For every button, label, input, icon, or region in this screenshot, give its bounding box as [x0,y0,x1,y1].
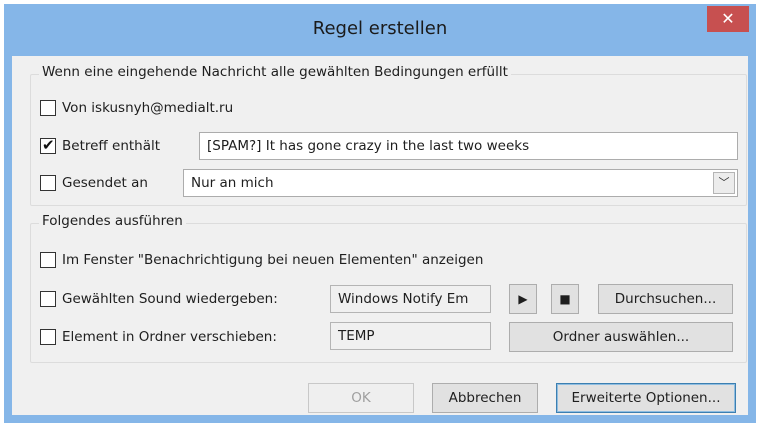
notify-label: Im Fenster "Benachrichtigung bei neuen E… [62,252,484,268]
play-icon: ▶ [518,292,528,306]
from-label: Von iskusnyh@medialt.ru [62,100,234,116]
title-bar[interactable]: Regel erstellen ✕ [4,4,756,56]
subject-label: Betreff enthält [62,138,161,154]
subject-row: ✔ Betreff enthält [40,135,160,157]
conditions-group-legend: Wenn eine eingehende Nachricht alle gewä… [39,64,511,80]
advanced-options-button[interactable]: Erweiterte Optionen... [556,383,736,413]
dialog-body: Wenn eine eingehende Nachricht alle gewä… [12,56,748,415]
sound-file-field[interactable]: Windows Notify Em [330,285,491,313]
move-row: Element in Ordner verschieben: [40,326,277,348]
chevron-down-icon[interactable]: ﹀ [713,172,735,194]
notify-row: Im Fenster "Benachrichtigung bei neuen E… [40,249,483,271]
move-checkbox[interactable] [40,329,56,345]
move-label: Element in Ordner verschieben: [62,329,277,345]
actions-group-legend: Folgendes ausführen [39,213,186,229]
sent-to-dropdown[interactable]: Nur an mich ﹀ [183,169,738,197]
sent-to-label: Gesendet an [62,175,148,191]
subject-input[interactable]: [SPAM?] It has gone crazy in the last tw… [199,132,738,160]
sound-checkbox[interactable] [40,291,56,307]
close-button[interactable]: ✕ [707,6,749,32]
checkmark-icon: ✔ [42,136,55,154]
sent-to-selected-value: Nur an mich [191,175,274,191]
play-sound-button[interactable]: ▶ [509,284,537,314]
close-icon: ✕ [721,9,735,28]
select-folder-button[interactable]: Ordner auswählen... [509,322,733,352]
from-checkbox[interactable] [40,100,56,116]
notify-checkbox[interactable] [40,252,56,268]
folder-field[interactable]: TEMP [330,322,491,350]
sound-row: Gewählten Sound wiedergeben: [40,288,278,310]
sound-label: Gewählten Sound wiedergeben: [62,291,278,307]
dialog-window: Regel erstellen ✕ Wenn eine eingehende N… [4,4,756,423]
sent-to-row: Gesendet an [40,172,148,194]
from-row: Von iskusnyh@medialt.ru [40,97,233,119]
cancel-button[interactable]: Abbrechen [432,383,538,413]
browse-button[interactable]: Durchsuchen... [598,284,733,314]
dialog-title: Regel erstellen [312,18,448,39]
subject-checkbox[interactable]: ✔ [40,136,56,154]
stop-icon: ■ [559,292,571,306]
stop-sound-button[interactable]: ■ [551,284,579,314]
sent-to-checkbox[interactable] [40,175,56,191]
ok-button[interactable]: OK [308,383,414,413]
